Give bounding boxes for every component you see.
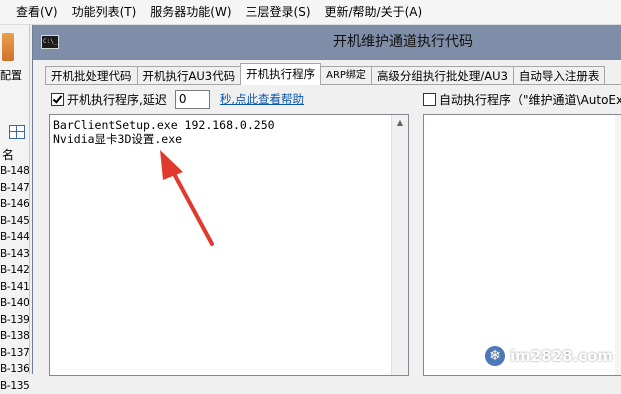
menu-server-functions[interactable]: 服务器功能(W) [143, 0, 238, 24]
tab-startup-program[interactable]: 开机执行程序 [240, 63, 321, 85]
tab-divider [45, 84, 621, 85]
program-list-textarea[interactable]: BarClientSetup.exe 192.168.0.250 Nvidia显… [49, 114, 409, 376]
machine-list: B-148 B-147 B-146 B-145 B-144 B-143 B-14… [0, 163, 29, 394]
run-program-checkbox[interactable] [51, 93, 64, 106]
auto-run-checkbox[interactable] [423, 93, 436, 106]
code-line: BarClientSetup.exe 192.168.0.250 [53, 118, 275, 132]
auto-run-label[interactable]: 自动执行程序（"维护通道\AutoExe [439, 91, 621, 108]
right-panel-scroll[interactable] [615, 115, 621, 375]
auto-exe-list-panel[interactable] [423, 114, 621, 376]
tab-arp-binding[interactable]: ARP绑定 [320, 66, 372, 85]
toolbar-config-label[interactable]: 配置 [0, 67, 22, 83]
column-header-name[interactable]: 名 [2, 146, 14, 163]
tab-advanced-group[interactable]: 高级分组执行批处理/AU3 [371, 66, 514, 85]
run-program-label[interactable]: 开机执行程序,延迟 [67, 91, 167, 108]
code-content[interactable]: BarClientSetup.exe 192.168.0.250 Nvidia显… [53, 118, 275, 146]
help-link[interactable]: 秒,点此查看帮助 [220, 91, 304, 107]
list-item[interactable]: B-135 [0, 378, 29, 394]
list-item[interactable]: B-148 [0, 163, 29, 180]
cmd-icon: C:\_ [41, 35, 59, 49]
list-item[interactable]: B-141 [0, 279, 29, 296]
menu-bar: 查看(V) 功能列表(T) 服务器功能(W) 三层登录(S) 更新/帮助/关于(… [0, 0, 621, 25]
tab-startup-batch[interactable]: 开机批处理代码 [45, 66, 138, 85]
list-item[interactable]: B-144 [0, 229, 29, 246]
code-line: Nvidia显卡3D设置.exe [53, 132, 182, 146]
list-item[interactable]: B-136 [0, 361, 29, 378]
tab-auto-import-registry[interactable]: 自动导入注册表 [513, 66, 606, 85]
grid-view-icon[interactable] [9, 125, 25, 139]
list-item[interactable]: B-146 [0, 196, 29, 213]
menu-help-about[interactable]: 更新/帮助/关于(A) [318, 0, 430, 24]
delay-input[interactable]: 0 [175, 90, 210, 109]
auto-run-row: 自动执行程序（"维护通道\AutoExe [423, 89, 621, 109]
list-item[interactable]: B-143 [0, 246, 29, 263]
dialog-titlebar[interactable]: C:\_ 开机维护通道执行代码 [33, 25, 621, 60]
list-item[interactable]: B-140 [0, 295, 29, 312]
background-window-panel: 配置 名 B-148 B-147 B-146 B-145 B-144 B-143… [0, 25, 30, 374]
watermark: ❄ im2828.com [485, 345, 613, 367]
run-program-row: 开机执行程序,延迟 0 秒,点此查看帮助 [51, 89, 304, 109]
scroll-up-icon[interactable]: ▲ [392, 115, 408, 131]
list-item[interactable]: B-145 [0, 213, 29, 230]
toolbar-config-icon[interactable] [2, 33, 14, 61]
tab-strip: 开机批处理代码开机执行AU3代码开机执行程序ARP绑定高级分组执行批处理/AU3… [45, 63, 621, 85]
list-item[interactable]: B-142 [0, 262, 29, 279]
list-item[interactable]: B-147 [0, 180, 29, 197]
vertical-scrollbar[interactable]: ▲ [391, 115, 408, 375]
menu-function-list[interactable]: 功能列表(T) [65, 0, 144, 24]
list-item[interactable]: B-138 [0, 328, 29, 345]
snowflake-icon: ❄ [485, 346, 505, 366]
tab-startup-au3[interactable]: 开机执行AU3代码 [137, 66, 242, 85]
startup-maintenance-dialog: C:\_ 开机维护通道执行代码 开机批处理代码开机执行AU3代码开机执行程序AR… [32, 25, 621, 374]
menu-three-layer-login[interactable]: 三层登录(S) [239, 0, 318, 24]
watermark-text: im2828.com [510, 347, 613, 365]
list-item[interactable]: B-139 [0, 312, 29, 329]
list-item[interactable]: B-137 [0, 345, 29, 362]
menu-view[interactable]: 查看(V) [0, 0, 65, 24]
dialog-title: 开机维护通道执行代码 [333, 25, 473, 60]
